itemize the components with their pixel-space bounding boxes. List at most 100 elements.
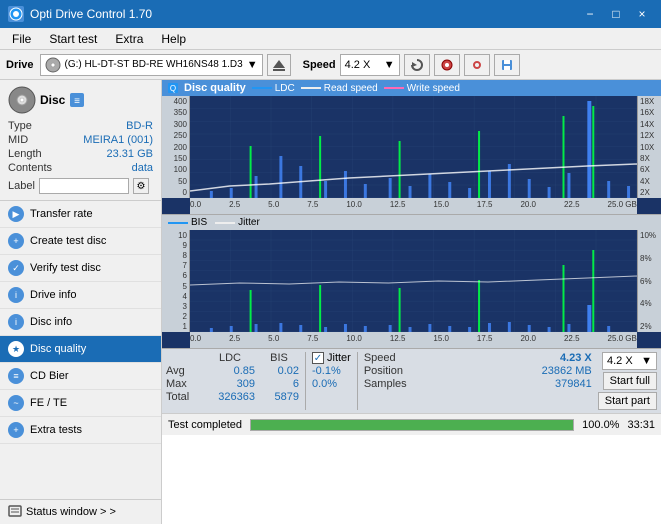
sidebar-item-verify-test-disc[interactable]: ✓ Verify test disc: [0, 255, 161, 282]
minimize-button[interactable]: −: [579, 3, 601, 25]
disc-label-input[interactable]: [39, 178, 129, 194]
bis-max: 6: [259, 378, 299, 390]
chart1-y-axis-left: 400 350 300 250 200 150 100 50 0: [162, 96, 190, 198]
stats-header-row: LDC BIS: [166, 352, 299, 364]
jitter-avg-row: -0.1%: [312, 365, 351, 377]
ldc-max: 309: [205, 378, 255, 390]
eject-button[interactable]: [267, 54, 291, 76]
stats-divider2: [357, 352, 358, 410]
disc-settings-icon: ≡: [69, 92, 85, 108]
speed-select[interactable]: 4.2 X ▼: [340, 54, 400, 76]
create-test-disc-icon: +: [8, 233, 24, 249]
bis-legend: BIS: [168, 217, 207, 228]
sidebar-item-create-test-disc[interactable]: + Create test disc: [0, 228, 161, 255]
sidebar-item-label: Create test disc: [30, 235, 106, 247]
disc-info-panel: Disc ≡ Type BD-R MID MEIRA1 (001) Length…: [0, 80, 161, 201]
disc-contents-row: Contents data: [8, 162, 153, 174]
sidebar-item-extra-tests[interactable]: + Extra tests: [0, 417, 161, 444]
ldc-legend-color: [252, 87, 272, 89]
position-val: 23862 MB: [542, 365, 592, 377]
status-bar-sidebar: Status window > >: [0, 499, 161, 524]
drive-select[interactable]: (G:) HL-DT-ST BD-RE WH16NS48 1.D3 ▼: [40, 54, 263, 76]
speed-select-stats[interactable]: 4.2 X ▼: [602, 352, 657, 370]
chart1-x-axis: 0.0 2.5 5.0 7.5 10.0 12.5 15.0 17.5 20.0…: [190, 198, 637, 214]
maximize-button[interactable]: □: [605, 3, 627, 25]
content-area: Q Disc quality LDC Read speed Write spee…: [162, 80, 661, 524]
menu-help[interactable]: Help: [153, 30, 194, 48]
stats-headers: LDC BIS Avg 0.85 0.02 Max 309 6 Total 32…: [166, 352, 299, 403]
refresh-button[interactable]: [404, 54, 430, 76]
position-stats: Speed 4.23 X Position 23862 MB Samples 3…: [364, 352, 592, 390]
sidebar-item-label: FE / TE: [30, 397, 67, 409]
sidebar-item-disc-quality[interactable]: ★ Disc quality: [0, 336, 161, 363]
menu-extra[interactable]: Extra: [107, 30, 151, 48]
disc-type-row: Type BD-R: [8, 120, 153, 132]
disc-contents-value: data: [132, 162, 153, 174]
settings-button[interactable]: [464, 54, 490, 76]
stats-total-row: Total 326363 5879: [166, 391, 299, 403]
sidebar-item-cd-bier[interactable]: ≡ CD Bier: [0, 363, 161, 390]
bottom-bar: Test completed 100.0% 33:31: [162, 413, 661, 435]
drive-dropdown-arrow[interactable]: ▼: [247, 59, 258, 71]
drive-label: Drive: [6, 59, 34, 71]
jitter-stats: Jitter -0.1% 0.0%: [312, 352, 351, 390]
samples-val: 379841: [555, 378, 592, 390]
save-button[interactable]: [494, 54, 520, 76]
ldc-legend: LDC: [252, 83, 295, 94]
chart1-svg: [190, 96, 637, 198]
transfer-rate-icon: ▶: [8, 206, 24, 222]
start-full-button[interactable]: Start full: [603, 372, 657, 390]
jitter-max: 0.0%: [312, 378, 337, 390]
menu-file[interactable]: File: [4, 30, 39, 48]
jitter-legend-label: Jitter: [238, 217, 260, 228]
stats-divider1: [305, 352, 306, 410]
sidebar-item-transfer-rate[interactable]: ▶ Transfer rate: [0, 201, 161, 228]
bis-legend-label: BIS: [191, 217, 207, 228]
chart1-header: Q Disc quality LDC Read speed Write spee…: [162, 80, 661, 96]
speed-select-row: 4.2 X ▼: [602, 352, 657, 370]
status-window-icon: [8, 505, 22, 519]
samples-label: Samples: [364, 378, 407, 390]
start-part-button[interactable]: Start part: [598, 392, 657, 410]
position-label: Position: [364, 365, 403, 377]
chart2-y-axis-right: 10% 8% 6% 4% 2%: [637, 230, 661, 332]
sidebar-item-label: Disc info: [30, 316, 72, 328]
sidebar-item-label: Extra tests: [30, 424, 82, 436]
main-area: Disc ≡ Type BD-R MID MEIRA1 (001) Length…: [0, 80, 661, 524]
sidebar-item-fe-te[interactable]: ~ FE / TE: [0, 390, 161, 417]
fe-te-icon: ~: [8, 395, 24, 411]
disc-label-button[interactable]: ⚙: [133, 178, 149, 194]
samples-row: Samples 379841: [364, 378, 592, 390]
avg-label: Avg: [166, 365, 201, 377]
sidebar-item-drive-info[interactable]: i Drive info: [0, 282, 161, 309]
read-speed-legend-color: [301, 87, 321, 89]
ldc-legend-label: LDC: [275, 83, 295, 94]
menu-start-test[interactable]: Start test: [41, 30, 105, 48]
disc-title: Disc: [40, 93, 65, 107]
jitter-max-row: 0.0%: [312, 378, 351, 390]
close-button[interactable]: ×: [631, 3, 653, 25]
drive-info-icon: i: [8, 287, 24, 303]
progress-bar-fill: [251, 420, 573, 430]
svg-text:Q: Q: [170, 84, 176, 93]
sidebar-item-label: Disc quality: [30, 343, 86, 355]
sidebar: Disc ≡ Type BD-R MID MEIRA1 (001) Length…: [0, 80, 162, 524]
stats-bar: LDC BIS Avg 0.85 0.02 Max 309 6 Total 32…: [162, 348, 661, 413]
jitter-legend-color: [215, 222, 235, 224]
sidebar-item-disc-info[interactable]: i Disc info: [0, 309, 161, 336]
stats-avg-row: Avg 0.85 0.02: [166, 365, 299, 377]
drive-cd-icon: [45, 57, 61, 73]
chart1-title: Disc quality: [184, 82, 246, 94]
disc-scan-button[interactable]: [434, 54, 460, 76]
status-window-button[interactable]: Status window > >: [0, 500, 161, 524]
jitter-legend: Jitter: [215, 217, 260, 228]
progress-percent: 100.0%: [582, 419, 619, 431]
ldc-avg: 0.85: [205, 365, 255, 377]
jitter-checkbox[interactable]: [312, 352, 324, 364]
max-label: Max: [166, 378, 201, 390]
position-row: Position 23862 MB: [364, 365, 592, 377]
chart1-y-axis-right: 18X 16X 14X 12X 10X 8X 6X 4X 2X: [637, 96, 661, 198]
disc-length-row: Length 23.31 GB: [8, 148, 153, 160]
disc-header: Disc ≡: [8, 86, 153, 114]
disc-type-label: Type: [8, 120, 32, 132]
